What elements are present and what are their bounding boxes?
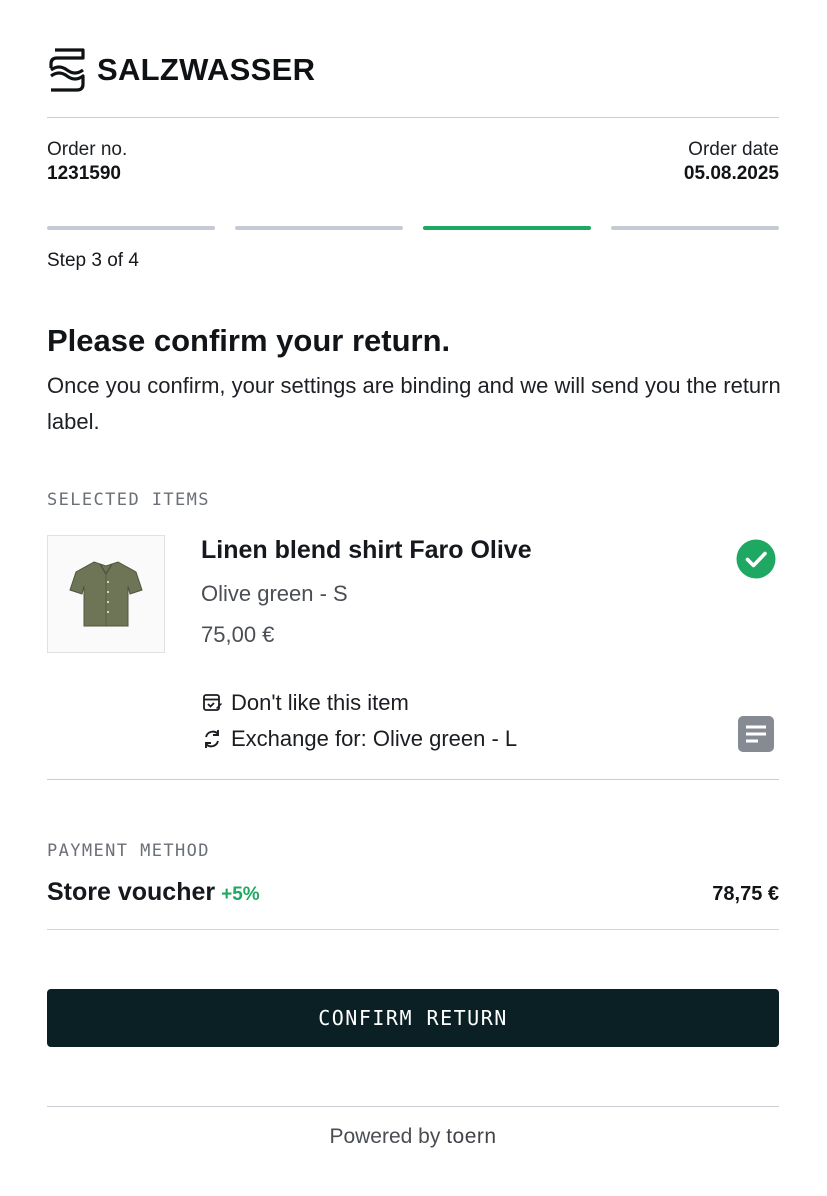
- divider: [47, 929, 779, 930]
- feedback-icon: [203, 694, 222, 711]
- order-date-label: Order date: [688, 139, 779, 160]
- progress-step-2: [235, 226, 403, 230]
- check-circle-icon: [736, 539, 776, 579]
- page-title: Please confirm your return.: [47, 323, 451, 358]
- payment-bonus-badge: +5%: [221, 884, 260, 905]
- page-description: Once you confirm, your settings are bind…: [47, 373, 781, 434]
- exchange-info: Exchange for: Olive green - L: [201, 726, 517, 752]
- divider: [47, 117, 779, 118]
- order-number-value: 1231590: [47, 163, 121, 184]
- progress-steps: [47, 226, 779, 230]
- product-name: Linen blend shirt Faro Olive: [201, 536, 532, 564]
- order-number-block: Order no. 1231590: [47, 139, 127, 187]
- payment-amount: 78,75 €: [712, 883, 779, 905]
- header: SALZWASSER: [47, 44, 315, 96]
- exchange-icon: [205, 730, 219, 748]
- order-info: Order no. 1231590 Order date 05.08.2025: [47, 139, 779, 187]
- order-number-label: Order no.: [47, 139, 128, 160]
- payment-method-row: Store voucher +5% 78,75 €: [47, 878, 779, 907]
- divider: [47, 1106, 779, 1107]
- return-reason-text: Don't like this item: [231, 690, 409, 715]
- step-label: Step 3 of 4: [47, 250, 139, 271]
- powered-by-text: Powered by: [329, 1125, 441, 1148]
- shirt-image: [69, 561, 143, 627]
- progress-step-1: [47, 226, 215, 230]
- brand-name: SALZWASSER: [97, 52, 316, 87]
- footer: Powered by toern: [47, 1125, 779, 1149]
- note-icon[interactable]: [737, 715, 775, 753]
- payment-method-label: PAYMENT METHOD: [47, 841, 210, 861]
- payment-method-name: Store voucher: [47, 878, 216, 906]
- progress-step-3: [423, 226, 591, 230]
- product-price: 75,00 €: [201, 622, 275, 647]
- order-date-block: Order date 05.08.2025: [684, 139, 779, 187]
- exchange-text: Exchange for: Olive green - L: [231, 726, 518, 751]
- progress-step-4: [611, 226, 779, 230]
- divider: [47, 779, 779, 780]
- product-image: [47, 535, 165, 653]
- wave-logo-icon: [49, 48, 85, 92]
- confirm-return-button[interactable]: CONFIRM RETURN: [47, 989, 779, 1047]
- product-variant: Olive green - S: [201, 581, 348, 606]
- provider-logo[interactable]: toern: [446, 1125, 496, 1148]
- order-date-value: 05.08.2025: [683, 163, 779, 184]
- payment-method-name-block: Store voucher +5%: [47, 878, 260, 907]
- return-reason: Don't like this item: [201, 690, 409, 716]
- selected-items-label: SELECTED ITEMS: [47, 490, 210, 510]
